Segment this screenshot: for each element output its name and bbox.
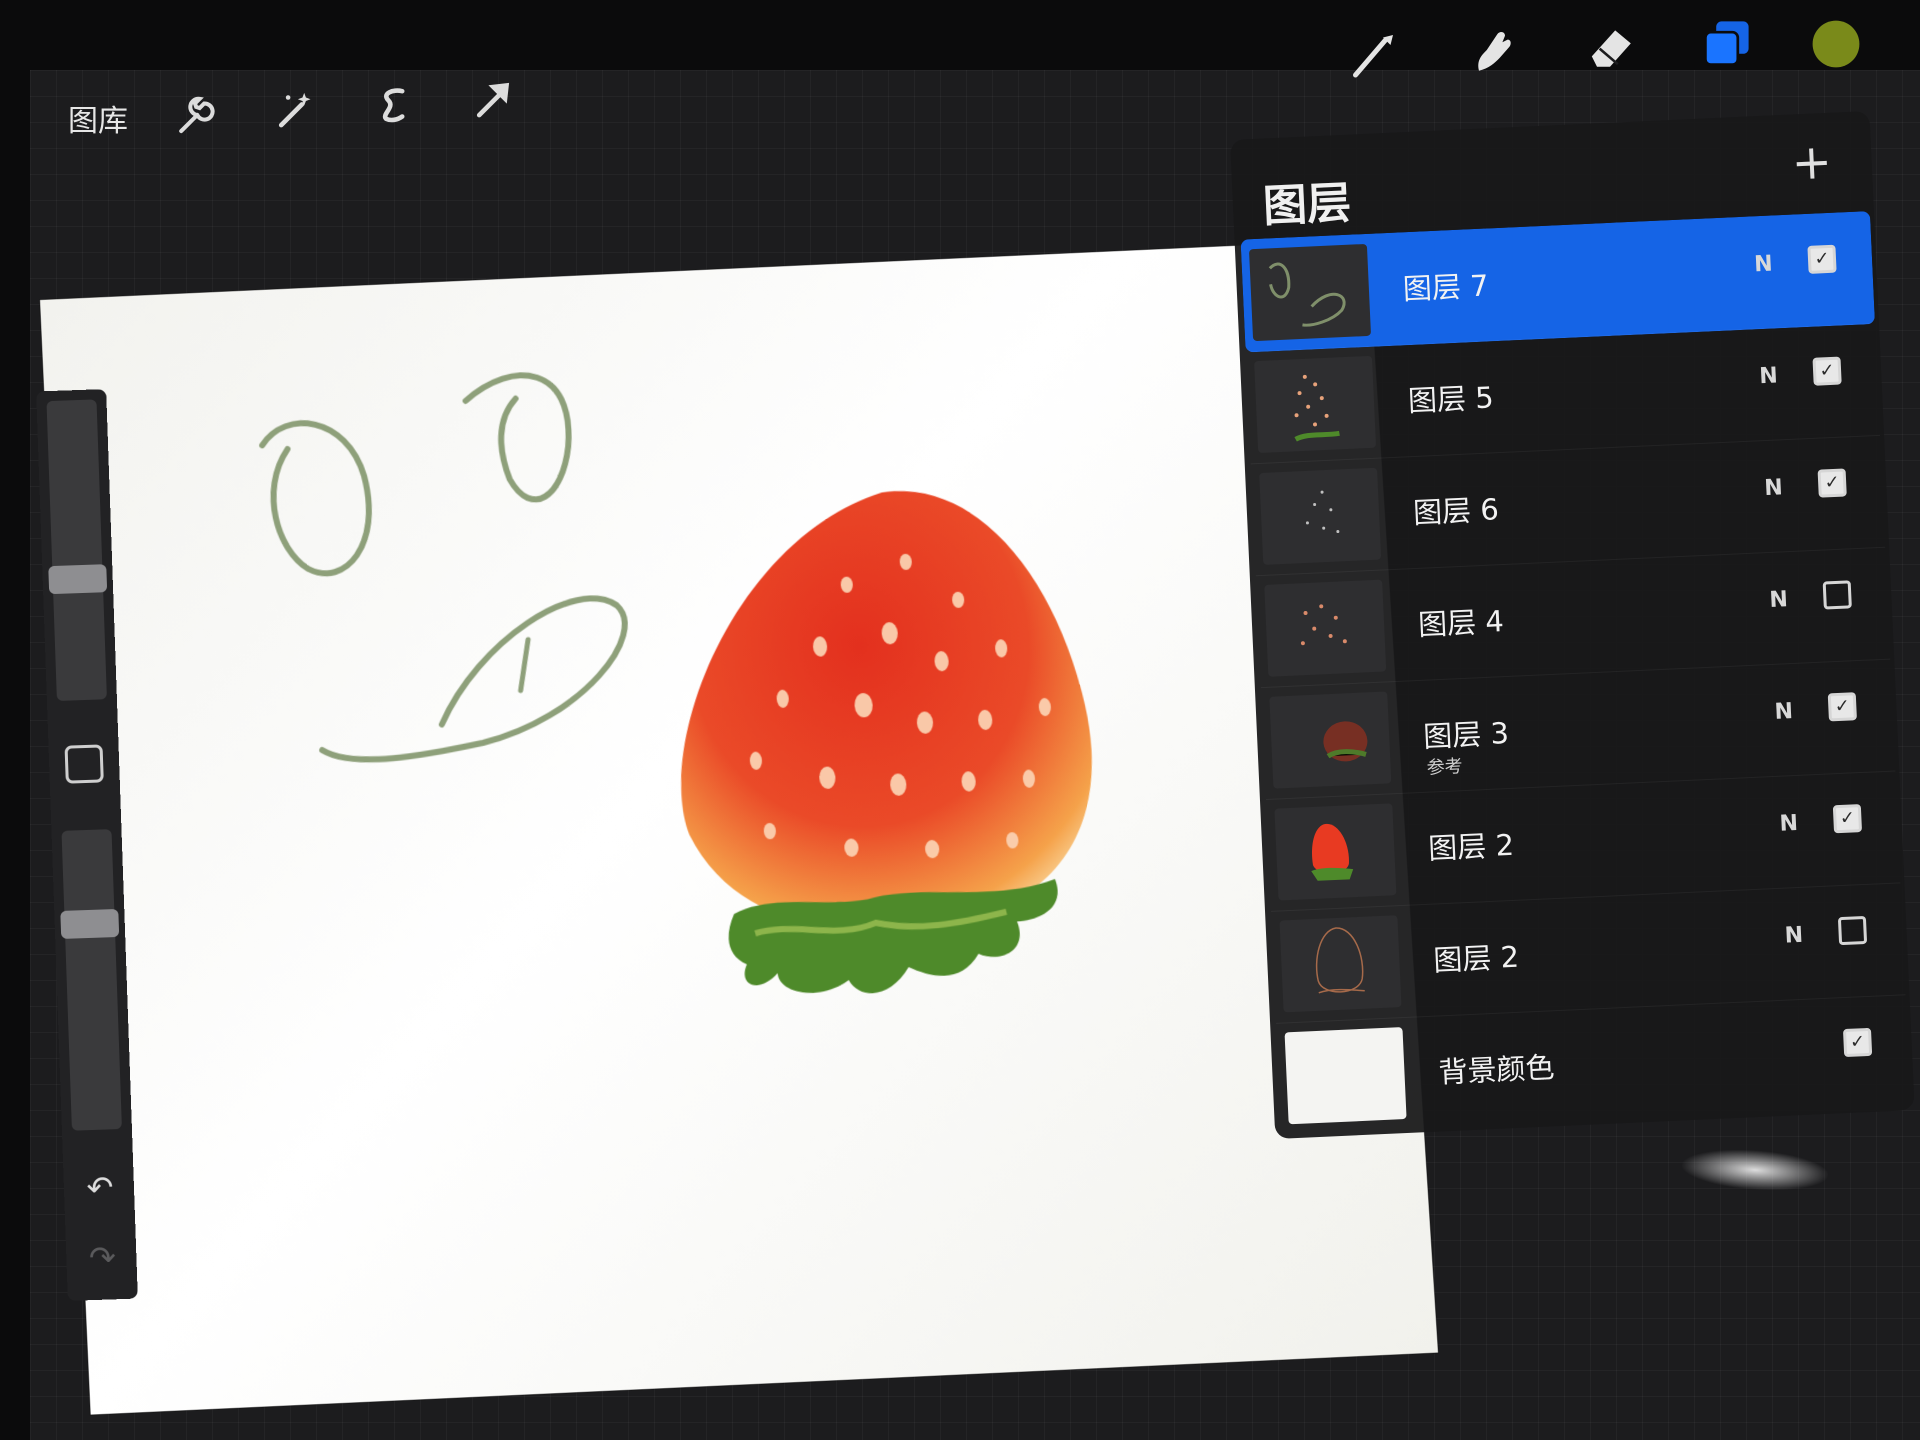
visibility-checkbox[interactable]: ✓ — [1827, 692, 1857, 722]
visibility-checkbox[interactable]: ✓ — [1817, 468, 1847, 498]
color-swatch-icon[interactable] — [1810, 18, 1862, 70]
layer-name: 图层 2 — [1427, 827, 1515, 866]
opacity-slider[interactable] — [60, 829, 122, 1131]
drawing-canvas[interactable] — [40, 239, 1439, 1415]
artwork — [40, 240, 1102, 1000]
layer-thumbnail — [1269, 691, 1392, 789]
wrench-icon[interactable] — [172, 92, 218, 138]
visibility-checkbox[interactable]: ✓ — [1807, 244, 1837, 274]
blend-mode[interactable]: N — [1769, 587, 1789, 613]
visibility-checkbox[interactable]: ✓ — [1832, 804, 1863, 834]
transform-arrow-icon[interactable] — [470, 76, 516, 122]
layers-panel: 图层 + 图层 7 N ✓ 图层 5 N ✓ 图层 6 N ✓ 图层 4 N 图… — [1230, 108, 1920, 1159]
blend-mode[interactable]: N — [1784, 923, 1804, 949]
layer-name: 图层 3 — [1422, 715, 1510, 754]
layer-reference-label: 参考 — [1426, 756, 1464, 779]
magic-wand-icon[interactable] — [272, 86, 318, 132]
layer-thumbnail — [1279, 915, 1402, 1013]
brush-size-thumb[interactable] — [48, 564, 108, 595]
brush-icon[interactable] — [1348, 30, 1398, 80]
blend-mode[interactable]: N — [1754, 252, 1774, 278]
layer-name: 图层 2 — [1432, 939, 1520, 978]
layer-thumbnail — [1274, 803, 1397, 901]
brush-size-slider[interactable] — [46, 399, 108, 701]
gallery-button[interactable]: 图库 — [68, 96, 128, 140]
doodle-leaf-1 — [261, 420, 372, 576]
add-layer-button[interactable]: + — [1790, 134, 1833, 192]
layer-name: 图层 7 — [1402, 268, 1490, 307]
blend-mode[interactable]: N — [1764, 475, 1784, 501]
layer-thumbnail — [1264, 579, 1387, 677]
visibility-checkbox[interactable]: ✓ — [1842, 1027, 1873, 1058]
blend-mode[interactable]: N — [1759, 363, 1779, 389]
background-color-swatch[interactable] — [1284, 1027, 1407, 1125]
selection-icon[interactable] — [370, 82, 416, 128]
opacity-thumb[interactable] — [60, 908, 120, 939]
layer-name: 图层 4 — [1417, 604, 1505, 642]
redo-icon[interactable]: ↷ — [84, 1238, 121, 1277]
undo-icon[interactable]: ↶ — [81, 1168, 118, 1207]
layer-name: 图层 6 — [1412, 492, 1500, 531]
layer-name: 背景颜色 — [1437, 1050, 1556, 1090]
eraser-icon[interactable] — [1584, 20, 1636, 72]
modify-button[interactable] — [64, 744, 104, 784]
layer-thumbnail — [1254, 355, 1377, 454]
strawberry-body — [665, 483, 1102, 939]
smudge-icon[interactable] — [1466, 24, 1518, 76]
layer-thumbnail — [1248, 243, 1372, 342]
layers-icon[interactable] — [1700, 16, 1754, 70]
blend-mode[interactable]: N — [1774, 699, 1794, 725]
layers-panel-title: 图层 — [1261, 177, 1353, 233]
layer-name: 图层 5 — [1407, 380, 1495, 419]
visibility-checkbox[interactable] — [1837, 915, 1868, 946]
layer-thumbnail — [1259, 467, 1382, 565]
doodle-leaf-3 — [315, 597, 631, 762]
blend-mode[interactable]: N — [1779, 811, 1799, 837]
visibility-checkbox[interactable] — [1822, 580, 1852, 610]
visibility-checkbox[interactable]: ✓ — [1812, 356, 1842, 386]
doodle-leaf-2 — [464, 373, 572, 502]
